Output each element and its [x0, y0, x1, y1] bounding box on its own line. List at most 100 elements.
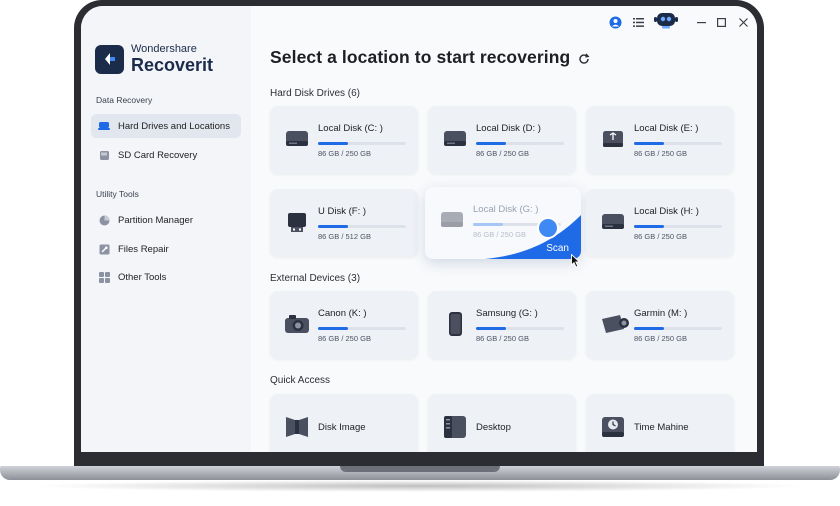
sidebar-item-label: Other Tools [118, 271, 167, 283]
drive-card-d[interactable]: Local Disk (D: ) 86 GB / 250 GB [428, 106, 576, 174]
hard-drive-icon [98, 120, 110, 132]
mouse-cursor-icon [571, 253, 581, 268]
device-size: 86 GB / 250 GB [318, 334, 371, 343]
hard-disk-icon [284, 126, 310, 152]
drive-size: 86 GB / 250 GB [318, 149, 371, 158]
disk-image-icon [284, 414, 310, 440]
drive-name: Local Disk (H: ) [634, 206, 699, 217]
quick-access-desktop[interactable]: Desktop [428, 394, 576, 452]
hard-disk-icon [439, 207, 465, 233]
refresh-icon[interactable] [578, 52, 590, 64]
section-label-utility-tools: Utility Tools [96, 189, 139, 199]
brand-name: Wondershare [131, 43, 197, 55]
usage-bar [476, 142, 564, 145]
section-label-data-recovery: Data Recovery [96, 95, 153, 105]
grid-icon [98, 271, 110, 283]
drive-name: Local Disk (C: ) [318, 123, 383, 134]
quick-access-disk-image[interactable]: Disk Image [270, 394, 418, 452]
scan-disc-icon [537, 217, 559, 239]
drive-size: 86 GB / 512 GB [318, 232, 371, 241]
dashcam-icon [600, 311, 629, 337]
drive-size: 86 GB / 250 GB [476, 149, 529, 158]
drive-size: 86 GB / 250 GB [634, 232, 687, 241]
minimize-icon[interactable] [694, 15, 708, 29]
usage-fill [318, 142, 348, 145]
sidebar-item-other-tools[interactable]: Other Tools [91, 265, 241, 289]
time-machine-icon [600, 414, 626, 440]
ai-robot-icon[interactable] [651, 10, 681, 30]
usage-fill [476, 142, 506, 145]
drive-name: U Disk (F: ) [318, 206, 367, 217]
usage-bar [318, 142, 406, 145]
device-card-canon[interactable]: Canon (K: ) 86 GB / 250 GB [270, 291, 418, 359]
usb-disk-icon [600, 126, 626, 152]
page-title: Select a location to start recovering [270, 47, 571, 67]
sidebar-item-files-repair[interactable]: Files Repair [91, 237, 241, 261]
drive-card-f[interactable]: U Disk (F: ) 86 GB / 512 GB [270, 189, 418, 257]
usage-fill [634, 327, 664, 330]
camera-icon [284, 311, 310, 337]
sidebar-item-label: Hard Drives and Locations [118, 120, 230, 132]
app-logo: Wondershare Recoverit [95, 44, 213, 74]
menu-list-icon[interactable] [631, 15, 645, 29]
usage-fill [318, 225, 348, 228]
app-window: Wondershare Recoverit Data Recovery Hard… [81, 6, 757, 452]
drive-name: Local Disk (G: ) [473, 204, 539, 215]
hard-disk-icon [442, 126, 468, 152]
drive-name: Local Disk (E: ) [634, 123, 699, 134]
drive-card-c[interactable]: Local Disk (C: ) 86 GB / 250 GB [270, 106, 418, 174]
usage-bar [318, 225, 406, 228]
sidebar-item-label: Partition Manager [118, 214, 193, 226]
page-header: Select a location to start recovering [270, 47, 590, 68]
usb-drive-icon [284, 209, 310, 235]
hard-disk-icon [600, 209, 626, 235]
drive-card-h[interactable]: Local Disk (H: ) 86 GB / 250 GB [586, 189, 734, 257]
group-label-external-devices: External Devices (3) [270, 273, 361, 284]
usage-bar [318, 327, 406, 330]
drive-name: Local Disk (D: ) [476, 123, 541, 134]
drive-size: 86 GB / 250 GB [634, 149, 687, 158]
account-icon[interactable] [608, 15, 622, 29]
sidebar-item-label: Files Repair [118, 243, 169, 255]
device-size: 86 GB / 250 GB [476, 334, 529, 343]
usage-bar [634, 327, 722, 330]
device-size: 86 GB / 250 GB [634, 334, 687, 343]
drive-card-e[interactable]: Local Disk (E: ) 86 GB / 250 GB [586, 106, 734, 174]
device-name: Garmin (M: ) [634, 308, 688, 319]
sidebar-item-sd-card[interactable]: SD Card Recovery [91, 143, 241, 167]
device-card-garmin[interactable]: Garmin (M: ) 86 GB / 250 GB [586, 291, 734, 359]
desktop-icon [442, 414, 468, 440]
quick-access-label: Time Mahine [634, 422, 689, 433]
sidebar-item-partition-manager[interactable]: Partition Manager [91, 208, 241, 232]
device-card-samsung[interactable]: Samsung (G: ) 86 GB / 250 GB [428, 291, 576, 359]
pie-chart-icon [98, 214, 110, 226]
usage-fill [476, 327, 506, 330]
device-name: Samsung (G: ) [476, 308, 538, 319]
group-label-quick-access: Quick Access [270, 375, 331, 386]
sidebar-item-label: SD Card Recovery [118, 149, 198, 161]
drive-card-g[interactable]: Local Disk (G: ) 86 GB / 250 GB Scan [425, 187, 581, 259]
wrench-icon [98, 243, 110, 255]
main-panel: Select a location to start recovering Ha… [251, 6, 757, 452]
group-label-hard-disks: Hard Disk Drives (6) [270, 88, 361, 99]
close-icon[interactable] [736, 15, 750, 29]
recoverit-logo-icon [95, 44, 124, 74]
scan-button[interactable]: Scan [546, 243, 569, 254]
laptop-shadow [30, 480, 810, 492]
device-name: Canon (K: ) [318, 308, 367, 319]
sd-card-icon [98, 149, 110, 161]
usage-fill [318, 327, 348, 330]
quick-access-time-machine[interactable]: Time Mahine [586, 394, 734, 452]
usage-bar [634, 225, 722, 228]
sidebar: Wondershare Recoverit Data Recovery Hard… [81, 6, 251, 452]
laptop-base-notch [340, 466, 500, 472]
usage-fill [634, 142, 664, 145]
maximize-icon[interactable] [714, 15, 728, 29]
quick-access-label: Desktop [476, 422, 511, 433]
usage-bar [476, 327, 564, 330]
sidebar-item-hard-drives[interactable]: Hard Drives and Locations [91, 114, 241, 138]
usage-fill [634, 225, 664, 228]
usage-bar [634, 142, 722, 145]
product-name: Recoverit [131, 55, 214, 75]
quick-access-label: Disk Image [318, 422, 366, 433]
